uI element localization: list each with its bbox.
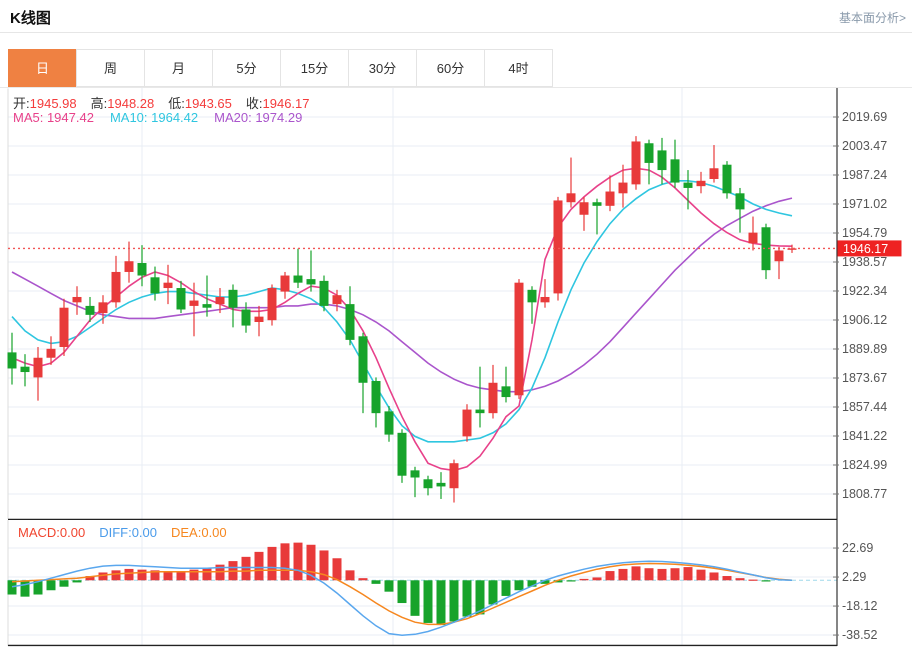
interval-tab-6[interactable]: 30分: [348, 49, 417, 87]
macd-tick-label: 2.29: [842, 570, 866, 584]
interval-tab-2[interactable]: 周: [76, 49, 145, 87]
interval-tab-7[interactable]: 60分: [416, 49, 485, 87]
macd-bars: [7, 542, 771, 626]
price-tick-label: 1938.57: [842, 255, 887, 269]
interval-tab-8[interactable]: 4时: [484, 49, 553, 87]
interval-tab-1[interactable]: 日: [8, 49, 77, 87]
price-tick-label: 1873.67: [842, 371, 887, 385]
macd-tick-label: -38.52: [842, 628, 877, 642]
page-header: K线图 基本面分析>: [0, 0, 912, 33]
kline-chart-area: 2019.69 2003.47 1987.24 1971.02 1954.79 1938.…: [0, 88, 912, 648]
ma-lines: [11, 167, 793, 472]
price-tick-label: 1987.24: [842, 168, 887, 182]
price-tick-label: 1889.89: [842, 342, 887, 356]
macd-chart[interactable]: 22.69 2.29 -18.12 -38.52: [0, 520, 912, 648]
price-tick-label: 1971.02: [842, 197, 887, 211]
price-tick-label: 1857.44: [842, 400, 887, 414]
price-tick-label: 1922.34: [842, 284, 887, 298]
price-tick-label: 1954.79: [842, 226, 887, 240]
interval-tab-3[interactable]: 月: [144, 49, 213, 87]
price-tick-label: 1841.22: [842, 429, 887, 443]
price-tick-label: 2019.69: [842, 110, 887, 124]
ma20-line: [11, 197, 793, 393]
interval-tabbar: 日周月 5分 15分 30分 60分 4时: [0, 49, 912, 88]
svg-text:1946.17: 1946.17: [843, 242, 888, 256]
price-tick-label: 2003.47: [842, 139, 887, 153]
page-title: K线图: [10, 10, 51, 27]
price-tick-label: 1808.77: [842, 487, 887, 501]
macd-grid: [7, 520, 837, 646]
current-price-badge: 1946.17: [837, 240, 902, 257]
candlestick-chart[interactable]: 2019.69 2003.47 1987.24 1971.02 1954.79 1938.…: [0, 88, 912, 520]
macd-tick-label: 22.69: [842, 541, 873, 555]
interval-tab-5[interactable]: 15分: [280, 49, 349, 87]
interval-tab-4[interactable]: 5分: [212, 49, 281, 87]
macd-axis: 22.69 2.29 -18.12 -38.52: [833, 520, 877, 646]
price-tick-label: 1824.99: [842, 458, 887, 472]
price-tick-label: 1906.12: [842, 313, 887, 327]
ma10-line: [11, 180, 793, 443]
macd-tick-label: -18.12: [842, 599, 877, 613]
fundamental-analysis-link[interactable]: 基本面分析>: [839, 9, 906, 26]
price-axis: 2019.69 2003.47 1987.24 1971.02 1954.79 1938.…: [833, 88, 887, 520]
